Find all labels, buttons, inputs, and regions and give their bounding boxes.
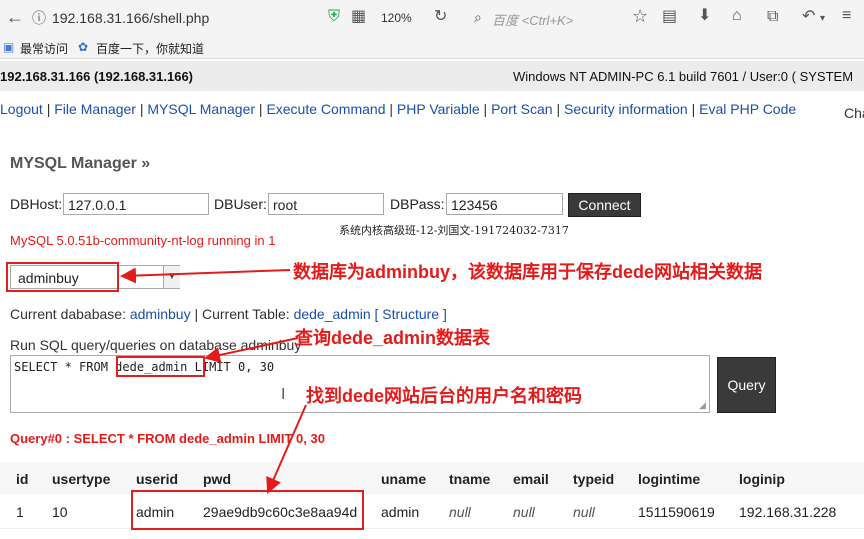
- database-highlight-box: [6, 262, 119, 292]
- col-header-email: email: [513, 471, 549, 487]
- nav-php-variable[interactable]: PHP Variable: [397, 101, 480, 117]
- undo-icon[interactable]: ↶: [802, 9, 815, 25]
- zoom-level[interactable]: 120%: [381, 11, 412, 25]
- dropdown-arrow-icon[interactable]: ▼: [163, 266, 180, 288]
- dbhost-label: DBHost:: [10, 196, 63, 212]
- credentials-annotation: 找到dede网站后台的用户名和密码: [306, 386, 583, 406]
- os-info: Windows NT ADMIN-PC 6.1 build 7601 / Use…: [513, 69, 854, 84]
- col-header-logintime: logintime: [638, 471, 701, 487]
- reader-icon[interactable]: ▤: [662, 9, 677, 25]
- current-db-line: Current dababase: adminbuy | Current Tab…: [10, 306, 447, 322]
- dbpass-input[interactable]: 123456: [446, 193, 563, 215]
- table-header-row: [0, 462, 864, 494]
- current-table-link[interactable]: dede_admin: [294, 306, 371, 322]
- db-annotation: 数据库为adminbuy，该数据库用于保存dede网站相关数据: [293, 262, 763, 282]
- address-bar[interactable]: 192.168.31.166/shell.php: [52, 10, 209, 26]
- col-header-tname: tname: [449, 471, 491, 487]
- info-icon[interactable]: ⓘ: [32, 10, 46, 26]
- dbhost-input[interactable]: 127.0.0.1: [63, 193, 209, 215]
- col-header-id: id: [16, 471, 29, 487]
- cell-usertype: 10: [52, 504, 68, 520]
- watermark-text: 系统内核高级班-12-刘国文-191724032-7317: [339, 224, 569, 237]
- dbpass-label: DBPass:: [390, 196, 445, 212]
- nav-execute-command[interactable]: Execute Command: [266, 101, 385, 117]
- cell-id: 1: [16, 504, 24, 520]
- current-db-link[interactable]: adminbuy: [130, 306, 191, 322]
- dbuser-input[interactable]: root: [268, 193, 384, 215]
- col-header-loginip: loginip: [739, 471, 785, 487]
- reload-icon[interactable]: ↻: [434, 9, 447, 25]
- browser-toolbar: ← ⓘ 192.168.31.166/shell.php ⛨ ▦ 120% ↻ …: [0, 0, 864, 37]
- col-header-pwd: pwd: [203, 471, 231, 487]
- back-arrow-icon[interactable]: ←: [6, 8, 24, 26]
- text-cursor-icon: I: [281, 386, 286, 403]
- bookmark-most-visited[interactable]: 最常访问: [20, 40, 68, 57]
- mysql-status: MySQL 5.0.51b-community-nt-log running i…: [10, 233, 276, 248]
- nav-logout[interactable]: Logout: [0, 101, 43, 117]
- star-icon[interactable]: ☆: [632, 7, 648, 25]
- menu-icon[interactable]: ≡: [842, 8, 851, 24]
- table-row: [0, 494, 864, 529]
- cell-tname: null: [449, 504, 471, 520]
- nav-right-truncated[interactable]: Cha: [844, 105, 864, 121]
- col-header-userid: userid: [136, 471, 179, 487]
- nav-mysql-manager[interactable]: MYSQL Manager: [147, 101, 255, 117]
- system-info-bar: 192.168.31.166 (192.168.31.166) Windows …: [0, 61, 864, 91]
- nav-eval-php-code[interactable]: Eval PHP Code: [699, 101, 796, 117]
- cell-uname: admin: [381, 504, 420, 520]
- bookmark-folder-icon: ▣: [3, 40, 15, 54]
- resize-grip-icon[interactable]: ◢: [699, 400, 706, 411]
- nav-file-manager[interactable]: File Manager: [54, 101, 136, 117]
- cell-email: null: [513, 504, 535, 520]
- search-box[interactable]: 百度 <Ctrl+K>: [492, 10, 573, 29]
- col-header-typeid: typeid: [573, 471, 615, 487]
- credentials-highlight-box: [131, 490, 364, 530]
- current-db-label: Current dababase:: [10, 306, 126, 322]
- structure-link[interactable]: [ Structure ]: [375, 306, 447, 322]
- search-icon: ⌕: [474, 9, 482, 25]
- cell-logintime: 1511590619: [638, 504, 715, 520]
- table-annotation: 查询dede_admin数据表: [295, 328, 491, 348]
- query-button[interactable]: Query: [717, 357, 776, 413]
- col-header-usertype: usertype: [52, 471, 111, 487]
- bookmarks-bar: ▣ 最常访问 ✿ 百度一下，你就知道: [0, 36, 864, 59]
- cell-typeid: null: [573, 504, 595, 520]
- current-table-label: | Current Table:: [194, 306, 290, 322]
- connect-button[interactable]: Connect: [568, 193, 641, 217]
- run-sql-label: Run SQL query/queries on database adminb…: [10, 337, 302, 353]
- col-header-uname: uname: [381, 471, 427, 487]
- host-info: 192.168.31.166 (192.168.31.166): [0, 69, 194, 84]
- home-icon[interactable]: ⌂: [732, 8, 742, 24]
- screenshot-crop-icon[interactable]: ⧉: [767, 9, 778, 25]
- section-title: MYSQL Manager »: [10, 155, 151, 172]
- baidu-paw-icon: ✿: [78, 40, 89, 54]
- chevron-down-icon[interactable]: ▾: [820, 11, 825, 27]
- bookmark-baidu[interactable]: 百度一下，你就知道: [96, 40, 204, 57]
- qr-code-icon[interactable]: ▦: [351, 9, 366, 25]
- dbuser-label: DBUser:: [214, 196, 267, 212]
- query-result-title: Query#0 : SELECT * FROM dede_admin LIMIT…: [10, 431, 325, 446]
- table-name-highlight-box: [116, 356, 205, 377]
- nav-menu: Logout | File Manager | MYSQL Manager | …: [0, 101, 797, 117]
- download-icon[interactable]: ⬇: [698, 8, 711, 24]
- shield-icon[interactable]: ⛨: [328, 9, 340, 25]
- cell-loginip: 192.168.31.228: [739, 504, 837, 520]
- nav-port-scan[interactable]: Port Scan: [491, 101, 552, 117]
- nav-security-information[interactable]: Security information: [564, 101, 688, 117]
